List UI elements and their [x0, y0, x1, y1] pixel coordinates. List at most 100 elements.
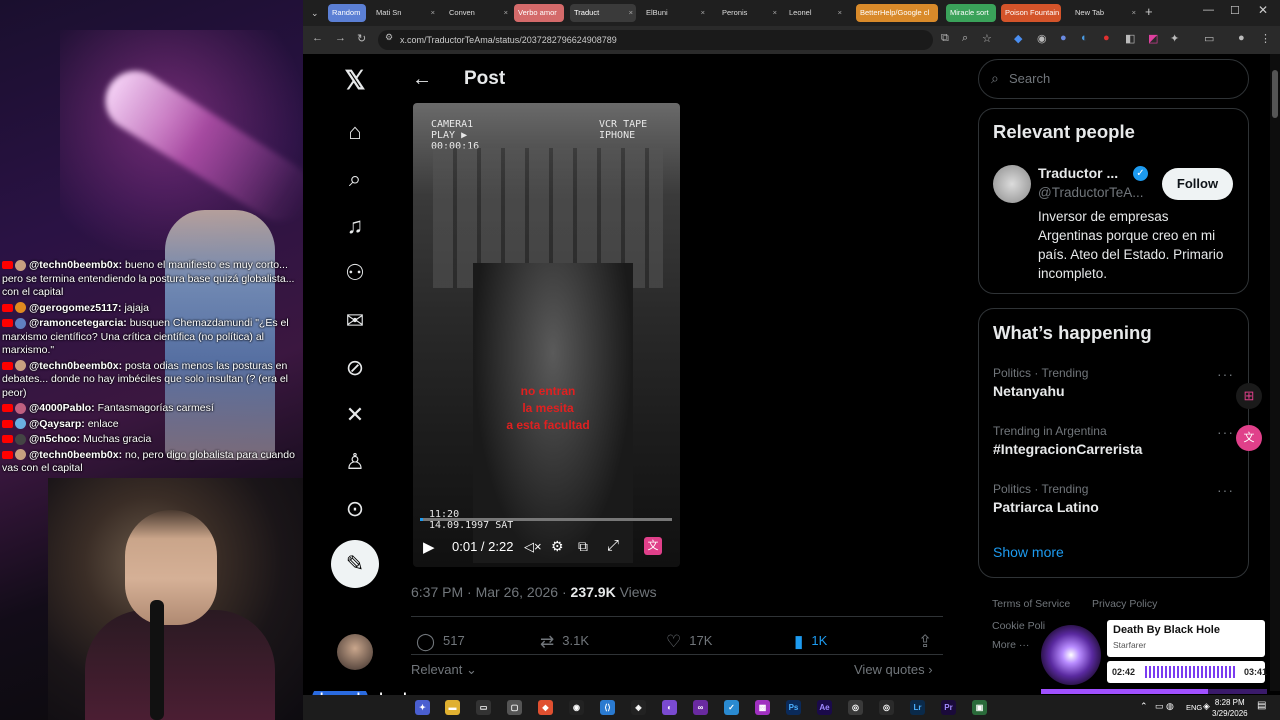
extensions-puzzle-icon[interactable]: ✦: [1170, 32, 1179, 45]
browser-tab[interactable]: Leonel ×: [785, 4, 845, 22]
scrollbar-thumb[interactable]: [1272, 70, 1278, 118]
url-bar[interactable]: x.com/TraductorTeAma/status/203728279662…: [378, 30, 933, 50]
browser-tab[interactable]: Poison Fountain: [1001, 4, 1061, 22]
relevant-person-handle[interactable]: @TraductorTeA...: [1038, 185, 1144, 200]
trend-item[interactable]: Politics · Trending Netanyahu: [993, 366, 1088, 399]
extension-icon[interactable]: ●: [1060, 32, 1067, 44]
tray-chevron-icon[interactable]: ⌃: [1140, 701, 1148, 712]
more-options-icon[interactable]: ⊙: [341, 495, 369, 523]
vscode-icon[interactable]: ⟨⟩: [600, 700, 615, 715]
sidebar-toggle-icon[interactable]: ▭: [1204, 32, 1214, 45]
reload-icon[interactable]: ↻: [357, 32, 366, 45]
trend-item[interactable]: Politics · Trending Patriarca Latino: [993, 482, 1099, 515]
extension-icon[interactable]: ●: [1103, 32, 1110, 44]
explore-search-icon[interactable]: ⌕: [341, 165, 369, 193]
browser-tab[interactable]: Conven ×: [445, 4, 511, 22]
zoom-icon[interactable]: ⌕: [962, 32, 968, 45]
mute-icon[interactable]: ◁×: [524, 539, 542, 555]
reply-sort-dropdown[interactable]: Relevant ⌄: [411, 662, 477, 678]
translate-overlay-icon[interactable]: 文: [644, 537, 662, 555]
floating-grid-icon[interactable]: ⊞: [1236, 383, 1262, 409]
settings-gear-icon[interactable]: ⚙: [551, 538, 564, 555]
compose-post-button[interactable]: ✎: [331, 540, 379, 588]
after-effects-icon[interactable]: Ae: [817, 700, 832, 715]
browser-tab[interactable]: Mati Sn ×: [372, 4, 438, 22]
show-more-link[interactable]: Show more: [993, 544, 1064, 560]
tab-search-button[interactable]: ⌄: [307, 4, 323, 22]
screen-cast-icon[interactable]: ⧉: [941, 32, 949, 45]
cookie-link[interactable]: Cookie Poli: [992, 620, 1045, 632]
share-button[interactable]: ⇪: [918, 632, 940, 652]
photoshop-icon[interactable]: Ps: [786, 700, 801, 715]
follow-button[interactable]: Follow: [1162, 168, 1233, 200]
trend-item[interactable]: Trending in Argentina #IntegracionCarrer…: [993, 424, 1142, 457]
terms-link[interactable]: Terms of Service: [992, 598, 1070, 610]
bookmark-star-icon[interactable]: ☆: [982, 32, 992, 45]
fullscreen-icon[interactable]: ⤢: [607, 537, 619, 554]
back-icon[interactable]: ←: [312, 32, 323, 44]
trend-more-icon[interactable]: ···: [1217, 482, 1234, 498]
browser-tab[interactable]: Random: [328, 4, 366, 22]
network-volume-icons[interactable]: ◈: [1203, 701, 1210, 712]
relevant-person-avatar[interactable]: [993, 165, 1031, 203]
grok-icon[interactable]: ⊘: [341, 354, 369, 382]
taskbar-app-icon[interactable]: ▣: [972, 700, 987, 715]
new-tab-button[interactable]: +: [1145, 4, 1153, 19]
brave-browser-icon[interactable]: ◆: [538, 700, 553, 715]
file-explorer-icon[interactable]: ▬: [445, 700, 460, 715]
browser-menu-icon[interactable]: ⋮: [1260, 32, 1271, 45]
privacy-link[interactable]: Privacy Policy: [1092, 598, 1157, 610]
premiere-icon[interactable]: Pr: [941, 700, 956, 715]
x-logo-icon[interactable]: 𝕏: [341, 66, 369, 94]
relevant-person-name[interactable]: Traductor ...: [1038, 165, 1118, 181]
lightroom-icon[interactable]: Lr: [910, 700, 925, 715]
chrome-active-icon[interactable]: ◎: [848, 700, 863, 715]
picture-in-picture-icon[interactable]: ⧉: [578, 538, 588, 555]
notifications-bell-icon[interactable]: ♫: [341, 212, 369, 240]
trend-more-icon[interactable]: ···: [1217, 366, 1234, 382]
profile-icon[interactable]: ●: [1238, 32, 1245, 44]
taskbar-app-icon[interactable]: ◐: [662, 700, 677, 715]
notifications-icon[interactable]: ▤: [1257, 700, 1266, 711]
video-player[interactable]: CAMERA1 PLAY ▶ 00:00:16 VCR TAPE IPHONE …: [413, 103, 680, 567]
browser-tab[interactable]: Verbo amor: [514, 4, 564, 22]
extension-icon[interactable]: ◧: [1125, 32, 1135, 45]
follow-people-icon[interactable]: ⚇: [341, 259, 369, 287]
extension-icon[interactable]: ◐: [1081, 32, 1088, 44]
chrome-icon[interactable]: ◎: [879, 700, 894, 715]
system-clock[interactable]: 8:28 PM 3/29/2026: [1212, 697, 1248, 719]
taskbar-app-icon[interactable]: ▩: [755, 700, 770, 715]
like-button[interactable]: ♡ 17K: [666, 632, 712, 652]
close-tab-icon[interactable]: ×: [773, 4, 777, 22]
browser-tab[interactable]: Traduct ×: [570, 4, 636, 22]
maximize-button[interactable]: ☐: [1230, 4, 1240, 17]
browser-tab[interactable]: Peronis ×: [718, 4, 780, 22]
close-tab-icon[interactable]: ×: [629, 4, 633, 22]
taskbar-app-icon[interactable]: ✓: [724, 700, 739, 715]
taskbar-app-icon[interactable]: ▢: [507, 700, 522, 715]
browser-tab[interactable]: Miracle sort: [946, 4, 996, 22]
browser-tab[interactable]: ElBuni ×: [642, 4, 708, 22]
floating-translate-icon[interactable]: 文: [1236, 425, 1262, 451]
extension-icon[interactable]: ◆: [1014, 32, 1022, 45]
input-language[interactable]: ENG: [1186, 703, 1202, 712]
browser-tab[interactable]: New Tab ×: [1071, 4, 1139, 22]
account-avatar[interactable]: [337, 634, 373, 670]
video-progress-track[interactable]: [420, 518, 672, 521]
tray-icons[interactable]: ▭ ◍: [1155, 701, 1174, 712]
site-info-icon[interactable]: ⚙: [385, 32, 393, 43]
close-window-button[interactable]: ✕: [1258, 3, 1268, 17]
premium-x-icon[interactable]: ✕: [341, 401, 369, 429]
reply-button[interactable]: ◯ 517: [416, 632, 465, 652]
extension-icon[interactable]: ◉: [1037, 32, 1047, 45]
bookmark-button[interactable]: ▮ 1K: [794, 632, 827, 652]
obs-icon[interactable]: ◉: [569, 700, 584, 715]
search-input[interactable]: Search: [978, 59, 1249, 99]
terminal-icon[interactable]: ▭: [476, 700, 491, 715]
repost-button[interactable]: ⇄ 3.1K: [540, 632, 589, 652]
visual-studio-icon[interactable]: ∞: [693, 700, 708, 715]
scrollbar-track[interactable]: [1270, 54, 1280, 691]
messages-mail-icon[interactable]: ✉: [341, 307, 369, 335]
back-arrow-icon[interactable]: ←: [412, 68, 432, 91]
minimize-button[interactable]: —: [1203, 4, 1214, 16]
